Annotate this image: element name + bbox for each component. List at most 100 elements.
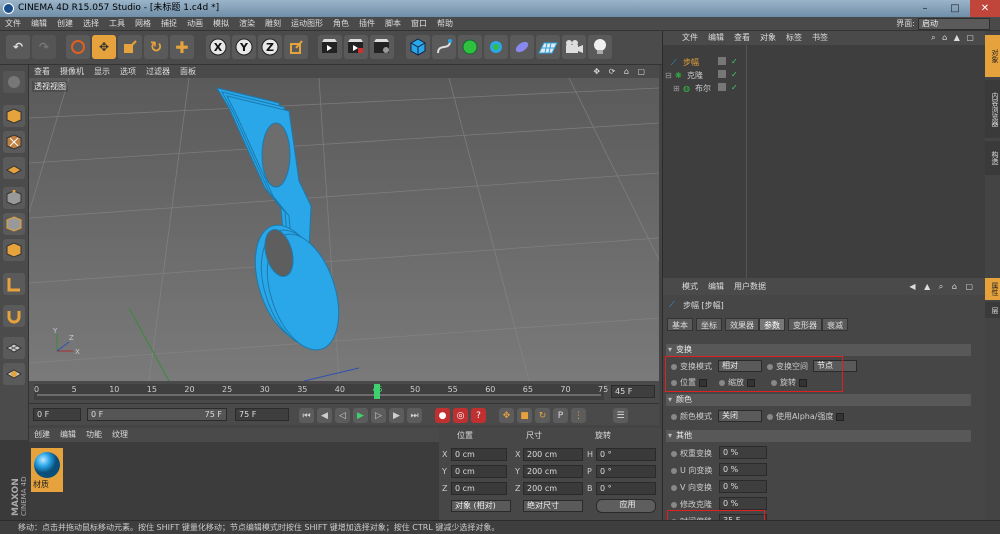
mat-menu-edit[interactable]: 编辑	[55, 428, 81, 442]
size-mode-select[interactable]: 绝对尺寸	[523, 500, 583, 512]
om-menu-tags[interactable]: 标签	[781, 31, 807, 45]
side-tab-layers[interactable]: 层	[985, 302, 1000, 318]
next-frame-icon[interactable]: ▷	[371, 408, 386, 423]
viewport-3d[interactable]: Y X Z 透视视图	[29, 78, 659, 381]
menu-help[interactable]: 帮助	[432, 17, 458, 31]
side-tab-attributes[interactable]: 属性	[985, 278, 1000, 300]
model-mode-icon[interactable]	[3, 105, 25, 127]
pos-z-field[interactable]: 0 cm	[451, 482, 507, 495]
vp-menu-view[interactable]: 查看	[29, 65, 55, 78]
tab-basic[interactable]: 基本	[667, 318, 693, 331]
menu-script[interactable]: 脚本	[380, 17, 406, 31]
next-key-icon[interactable]: ▶	[389, 408, 404, 423]
minimize-button[interactable]: –	[910, 0, 940, 17]
workplane-lock-icon[interactable]	[3, 337, 25, 359]
rotate-tool-icon[interactable]: ↻	[144, 35, 168, 59]
render-view-icon[interactable]	[318, 35, 342, 59]
floor-icon[interactable]	[536, 35, 560, 59]
tab-falloff[interactable]: 衰减	[822, 318, 848, 331]
side-tab-structure[interactable]: 构造	[985, 141, 1000, 175]
deformer-icon[interactable]	[510, 35, 534, 59]
weight-field[interactable]: 0 %	[719, 446, 767, 459]
om-toolbar-icons[interactable]: ⌕ ⌂ ▲ ▢	[926, 31, 981, 45]
pos-y-field[interactable]: 0 cm	[451, 465, 507, 478]
attr-menu-edit[interactable]: 编辑	[703, 278, 729, 295]
om-menu-objects[interactable]: 对象	[755, 31, 781, 45]
menu-animate[interactable]: 动画	[182, 17, 208, 31]
menu-simulate[interactable]: 模拟	[208, 17, 234, 31]
vp-menu-filter[interactable]: 过滤器	[141, 65, 175, 78]
tab-deformer[interactable]: 变形器	[788, 318, 822, 331]
vp-menu-cameras[interactable]: 摄像机	[55, 65, 89, 78]
z-axis-icon[interactable]: Z	[258, 35, 282, 59]
timeline-end-field[interactable]: 45 F	[611, 385, 655, 398]
attr-menu-mode[interactable]: 模式	[677, 278, 703, 295]
subdivision-surface-icon[interactable]	[458, 35, 482, 59]
side-tab-content-browser[interactable]: 内容浏览器	[985, 80, 1000, 138]
cube-icon[interactable]	[406, 35, 430, 59]
u-field[interactable]: 0 %	[719, 463, 767, 476]
vp-menu-panel[interactable]: 面板	[175, 65, 201, 78]
workplane-mode-icon[interactable]	[3, 157, 25, 179]
mat-menu-create[interactable]: 创建	[29, 428, 55, 442]
menu-mograph[interactable]: 运动图形	[286, 17, 328, 31]
key-rotation-icon[interactable]: ↻	[535, 408, 550, 423]
om-menu-file[interactable]: 文件	[677, 31, 703, 45]
menu-render[interactable]: 渲染	[234, 17, 260, 31]
layout-select[interactable]: 启动	[918, 18, 990, 30]
go-to-start-icon[interactable]: ⏮	[299, 408, 314, 423]
key-pla-icon[interactable]: ⋮	[571, 408, 586, 423]
scale-tool-icon[interactable]	[118, 35, 142, 59]
menu-select[interactable]: 选择	[78, 17, 104, 31]
pos-x-field[interactable]: 0 cm	[451, 448, 507, 461]
attr-menu-userdata[interactable]: 用户数据	[729, 278, 771, 295]
key-param-icon[interactable]: P	[553, 408, 568, 423]
rot-h-field[interactable]: 0 °	[596, 448, 656, 461]
maximize-button[interactable]: □	[940, 0, 970, 17]
key-position-icon[interactable]: ✥	[499, 408, 514, 423]
vp-menu-display[interactable]: 显示	[89, 65, 115, 78]
record-keys-icon[interactable]: ●	[435, 408, 450, 423]
key-help-icon[interactable]: ?	[471, 408, 486, 423]
rot-b-field[interactable]: 0 °	[596, 482, 656, 495]
end-frame-field[interactable]: 75 F	[235, 408, 289, 421]
menu-plugins[interactable]: 插件	[354, 17, 380, 31]
mat-menu-texture[interactable]: 纹理	[107, 428, 133, 442]
coord-mode-select[interactable]: 对象 (相对)	[451, 500, 511, 512]
side-tab-objects[interactable]: 对象	[985, 35, 1000, 77]
section-color[interactable]: 颜色	[666, 394, 971, 406]
camera-icon[interactable]	[562, 35, 586, 59]
frame-range-slider[interactable]: 0 F 75 F	[87, 408, 227, 421]
menu-edit[interactable]: 编辑	[26, 17, 52, 31]
snap-magnet-icon[interactable]	[3, 305, 25, 327]
vp-menu-options[interactable]: 选项	[115, 65, 141, 78]
v-field[interactable]: 0 %	[719, 480, 767, 493]
modify-clone-field[interactable]: 0 %	[719, 497, 767, 510]
menu-snap[interactable]: 捕捉	[156, 17, 182, 31]
timeline-playhead[interactable]	[374, 384, 380, 399]
close-button[interactable]: ✕	[970, 0, 1000, 17]
x-axis-icon[interactable]: X	[206, 35, 230, 59]
recent-tool-icon[interactable]: ✚	[170, 35, 194, 59]
workplane-axis-icon[interactable]	[3, 363, 25, 385]
viewport-nav-icons[interactable]: ✥ ⟳ ⌂ ▢	[588, 65, 653, 78]
om-menu-edit[interactable]: 编辑	[703, 31, 729, 45]
live-select-icon[interactable]	[66, 35, 90, 59]
menu-window[interactable]: 窗口	[406, 17, 432, 31]
start-frame-field[interactable]: 0 F	[33, 408, 81, 421]
mat-menu-function[interactable]: 功能	[81, 428, 107, 442]
om-menu-view[interactable]: 查看	[729, 31, 755, 45]
menu-sculpt[interactable]: 雕刻	[260, 17, 286, 31]
menu-create[interactable]: 创建	[52, 17, 78, 31]
timeline[interactable]: 051015202530354045505560657075 45 F	[29, 381, 659, 403]
object-visibility-flags[interactable]: ✓ ✓ ✓	[717, 55, 745, 97]
attr-nav-icons[interactable]: ◀ ▲ ⌕ ⌂ ▢	[904, 278, 981, 295]
axis-mode-icon[interactable]	[3, 273, 25, 295]
size-y-field[interactable]: 200 cm	[523, 465, 583, 478]
rot-p-field[interactable]: 0 °	[596, 465, 656, 478]
points-mode-icon[interactable]	[3, 187, 25, 209]
y-axis-icon[interactable]: Y	[232, 35, 256, 59]
apply-button[interactable]: 应用	[596, 499, 656, 513]
tab-coord[interactable]: 坐标	[696, 318, 722, 331]
size-x-field[interactable]: 200 cm	[523, 448, 583, 461]
